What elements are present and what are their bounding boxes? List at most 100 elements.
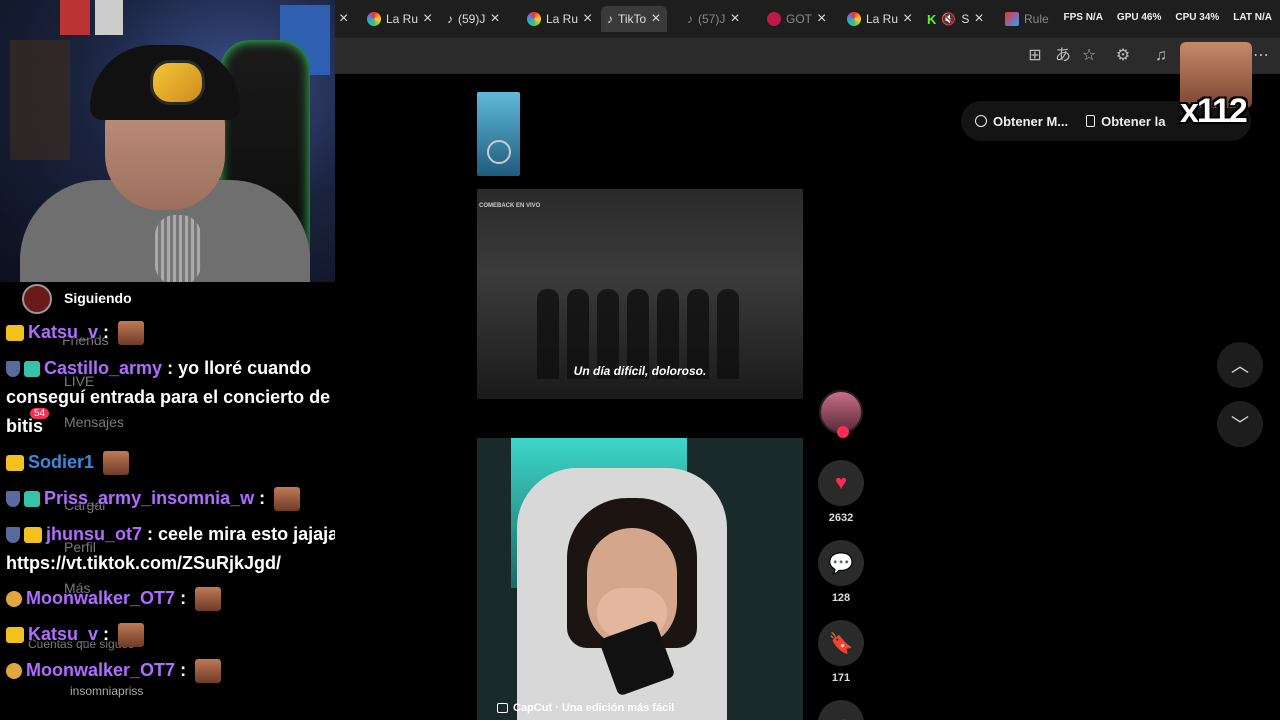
chat-username[interactable]: Priss_army_insomnia_w <box>44 488 254 508</box>
close-icon[interactable]: × <box>583 10 592 28</box>
latency-stat: LAT N/A <box>1233 12 1272 23</box>
browser-tab[interactable]: GOT × <box>767 6 826 32</box>
media-control-icon[interactable]: ♫ <box>1151 46 1171 66</box>
browser-tab[interactable]: ♪ (59)J × <box>447 6 500 32</box>
emote-icon <box>118 623 145 648</box>
chat-username[interactable]: Moonwalker_OT7 <box>26 588 175 608</box>
close-icon[interactable]: × <box>974 10 983 28</box>
chat-username[interactable]: jhunsu_ot7 <box>46 524 142 544</box>
tab-favicon-icon <box>527 12 541 26</box>
tab-title: Rule <box>1024 12 1049 26</box>
follow-plus-icon[interactable] <box>837 426 849 438</box>
close-icon[interactable]: × <box>730 10 739 28</box>
shield-badge-icon <box>6 361 20 378</box>
poster <box>95 0 123 35</box>
browser-tab[interactable]: La Ru × <box>527 6 592 32</box>
capcut-icon <box>497 703 508 714</box>
chevron-up-icon: ︿ <box>1231 356 1249 376</box>
tiktok-icon: ♪ <box>687 12 693 26</box>
avatar[interactable] <box>22 284 52 314</box>
chat-separator: : <box>259 488 266 508</box>
video-action-column: ♥ 2632 💬 128 🔖 171 ➦ <box>815 390 867 720</box>
chat-message: jhunsu_ot7 : ceele mira esto jajajaj: ht… <box>6 520 386 578</box>
video-clip-reaction[interactable] <box>477 438 803 720</box>
shield-badge-icon <box>6 491 20 508</box>
app-install-icon[interactable]: ⊞ <box>1025 46 1045 66</box>
wheelchair-graphic <box>487 140 511 164</box>
browser-tab[interactable]: K 🔇 S × <box>927 6 984 32</box>
chat-separator: : <box>103 322 110 342</box>
browser-tab[interactable]: La Ru × <box>367 6 432 32</box>
chat-username[interactable]: Moonwalker_OT7 <box>26 660 175 680</box>
share-arrow-icon: ➦ <box>833 711 850 720</box>
chat-separator: : <box>147 524 154 544</box>
tab-title: GOT <box>786 12 812 26</box>
globe-badge-icon <box>6 591 22 608</box>
chat-message: Castillo_army : yo lloré cuando conseguí… <box>6 354 386 441</box>
chat-username[interactable]: Katsu_v <box>28 322 98 342</box>
browser-tab-active[interactable]: ♪ TikTo × <box>601 6 667 32</box>
performance-stats: FPS N/A GPU 46% CPU 34% LAT N/A <box>1063 12 1272 23</box>
chat-username[interactable]: Katsu_v <box>28 624 98 644</box>
microphone <box>155 215 201 282</box>
army-badge-icon <box>24 361 40 378</box>
chat-message: Moonwalker_OT7 : <box>6 584 386 613</box>
close-icon[interactable]: × <box>903 10 912 28</box>
following-label[interactable]: Siguiendo <box>64 290 132 306</box>
previous-video-button[interactable]: ︿ <box>1217 342 1263 388</box>
more-menu-icon[interactable]: ⋯ <box>1251 46 1271 66</box>
close-icon[interactable]: × <box>490 10 499 28</box>
mute-icon[interactable]: 🔇 <box>941 12 956 26</box>
crown-badge-icon <box>6 455 24 472</box>
cap-logo <box>150 60 205 105</box>
phone-icon <box>1086 115 1096 127</box>
chat-message: Sodier1 : <box>6 448 386 477</box>
emote-icon <box>195 659 222 684</box>
get-coins-label: Obtener M... <box>993 113 1069 129</box>
share-button[interactable]: ➦ <box>818 700 864 720</box>
capcut-label[interactable]: CapCut · Una edición más fácil <box>497 702 674 714</box>
get-coins-button[interactable]: Obtener M... <box>975 114 1068 129</box>
video-thumbnail[interactable] <box>477 92 520 176</box>
browser-tab[interactable]: ♪ (57)J × <box>687 6 740 32</box>
tab-favicon-icon <box>847 12 861 26</box>
favorite-star-icon[interactable]: ☆ <box>1079 46 1099 66</box>
comment-icon: 💬 <box>828 552 854 575</box>
heart-icon: ♥ <box>835 471 847 494</box>
comment-button[interactable]: 💬 <box>818 540 864 586</box>
chat-message: Moonwalker_OT7 : <box>6 656 386 685</box>
browser-tab-bar: × La Ru × ♪ (59)J × La Ru × ♪ TikTo × ♪ … <box>335 0 1280 38</box>
browser-tab[interactable]: La Ru × <box>847 6 912 32</box>
chat-message: Katsu_v : <box>6 318 386 347</box>
globe-badge-icon <box>6 663 22 680</box>
chat-message: Priss_army_insomnia_w : <box>6 484 386 513</box>
tab-title: TikTo <box>618 12 647 26</box>
save-button[interactable]: 🔖 <box>818 620 864 666</box>
chat-username[interactable]: Castillo_army <box>44 358 162 378</box>
save-count: 171 <box>831 672 851 684</box>
next-video-button[interactable]: ﹀ <box>1217 401 1263 447</box>
browser-tab[interactable]: Rule <box>1005 6 1049 32</box>
ghost-account-name[interactable]: insomniapriss <box>70 684 143 698</box>
chat-username[interactable]: Sodier1 <box>28 452 94 472</box>
close-icon[interactable]: × <box>423 10 432 28</box>
like-button[interactable]: ♥ <box>818 460 864 506</box>
extensions-icon[interactable]: ⚙ <box>1113 46 1133 66</box>
bookmark-icon: 🔖 <box>828 632 854 655</box>
tiktok-feed: COMEBACK EN VIVO Un día difícil, doloros… <box>335 42 1280 720</box>
tab-close-icon[interactable]: × <box>339 6 348 32</box>
comment-count: 128 <box>831 592 851 604</box>
crown-badge-icon <box>6 325 24 342</box>
close-icon[interactable]: × <box>651 10 660 28</box>
tiktok-icon: ♪ <box>607 12 613 26</box>
get-app-button[interactable]: Obtener la <box>1086 114 1165 129</box>
translate-icon[interactable]: あ <box>1053 46 1073 66</box>
like-count: 2632 <box>828 512 854 524</box>
emote-icon <box>274 487 301 512</box>
close-icon[interactable]: × <box>817 10 826 28</box>
creator-avatar[interactable] <box>819 390 863 438</box>
emote-multiplier: x112 <box>1180 92 1248 130</box>
tab-title: La Ru <box>546 12 579 26</box>
streamer-webcam <box>0 0 335 282</box>
tab-title: (59)J <box>458 12 486 26</box>
